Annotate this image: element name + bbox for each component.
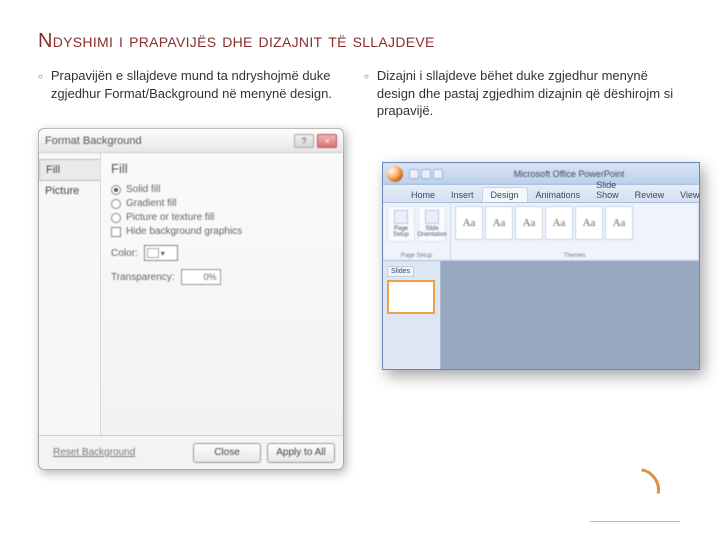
option-picture-fill[interactable]: Picture or texture fill [111,212,333,223]
pp-titlebar: Microsoft Office PowerPoint [383,163,699,185]
theme-thumbnail[interactable]: Aa [485,206,513,240]
slide-canvas [441,261,699,370]
dialog-title: Format Background [45,135,291,147]
theme-thumbnail[interactable]: Aa [455,206,483,240]
transparency-spinner[interactable]: 0% [181,269,221,285]
tab-insert[interactable]: Insert [443,188,482,202]
qat-redo-icon[interactable] [433,169,443,179]
radio-icon [111,185,121,195]
slides-pane: Slides [383,261,441,370]
footer-line [590,521,680,522]
left-bullet-text: Prapavijën e sllajdeve mund ta ndryshojm… [51,67,356,102]
right-bullet-text: Dizajni i sllajdeve bëhet duke zgjedhur … [377,67,682,120]
slide-thumbnail[interactable] [387,280,435,314]
radio-icon [111,199,121,209]
checkbox-icon [111,227,121,237]
tab-review[interactable]: Review [627,188,673,202]
sidebar-item-fill[interactable]: Fill [39,159,100,181]
page-setup-button[interactable]: Page Setup [387,206,415,242]
qat-save-icon[interactable] [409,169,419,179]
slide-orientation-button[interactable]: Slide Orientation [418,206,446,242]
sidebar-item-picture[interactable]: Picture [39,181,100,201]
dialog-main: Fill Solid fill Gradient fill Picture or… [101,153,343,435]
theme-thumbnail[interactable]: Aa [515,206,543,240]
tab-slideshow[interactable]: Slide Show [588,178,627,202]
fill-heading: Fill [111,161,333,176]
pp-body: Slides [383,261,699,370]
group-themes: Aa Aa Aa Aa Aa Aa Themes [451,203,699,260]
office-orb-icon[interactable] [387,166,403,182]
option-hide-graphics[interactable]: Hide background graphics [111,226,333,237]
chevron-down-icon: ▾ [161,249,165,258]
dialog-titlebar: Format Background ? × [39,129,343,153]
orientation-icon [425,210,439,224]
close-button[interactable]: Close [193,443,261,463]
tab-home[interactable]: Home [403,188,443,202]
tab-view[interactable]: View [672,188,700,202]
ribbon-tabs: Home Insert Design Animations Slide Show… [383,185,699,203]
color-swatch-icon [147,248,159,258]
tab-animations[interactable]: Animations [528,188,589,202]
close-window-button[interactable]: × [317,134,337,148]
help-button[interactable]: ? [294,134,314,148]
bullet-marker: ○ [364,72,369,83]
qat-undo-icon[interactable] [421,169,431,179]
format-background-dialog: Format Background ? × Fill Picture Fill … [38,128,344,470]
bullet-marker: ○ [38,72,43,83]
theme-thumbnail[interactable]: Aa [575,206,603,240]
group-page-setup: Page Setup Slide Orientation Page Setup [383,203,451,260]
quick-access-toolbar [409,169,443,179]
pp-window-title: Microsoft Office PowerPoint [443,169,695,179]
transparency-label: Transparency: [111,272,175,283]
theme-thumbnail[interactable]: Aa [605,206,633,240]
slide-title: Ndyshimi i prapavijës dhe dizajnit të sl… [38,30,682,53]
apply-to-all-button[interactable]: Apply to All [267,443,335,463]
powerpoint-window: Microsoft Office PowerPoint Home Insert … [382,162,700,370]
group-label-page-setup: Page Setup [387,253,446,259]
tab-design[interactable]: Design [482,187,528,202]
color-label: Color: [111,248,138,259]
group-label-themes: Themes [455,253,694,259]
reset-background-link[interactable]: Reset Background [53,447,135,458]
ribbon: Page Setup Slide Orientation Page Setup … [383,203,699,261]
option-gradient-fill[interactable]: Gradient fill [111,198,333,209]
slides-tab[interactable]: Slides [387,266,414,277]
color-picker[interactable]: ▾ [144,245,178,261]
page-setup-icon [394,210,408,224]
radio-icon [111,213,121,223]
dialog-sidebar: Fill Picture [39,153,101,435]
theme-thumbnail[interactable]: Aa [545,206,573,240]
option-solid-fill[interactable]: Solid fill [111,184,333,195]
